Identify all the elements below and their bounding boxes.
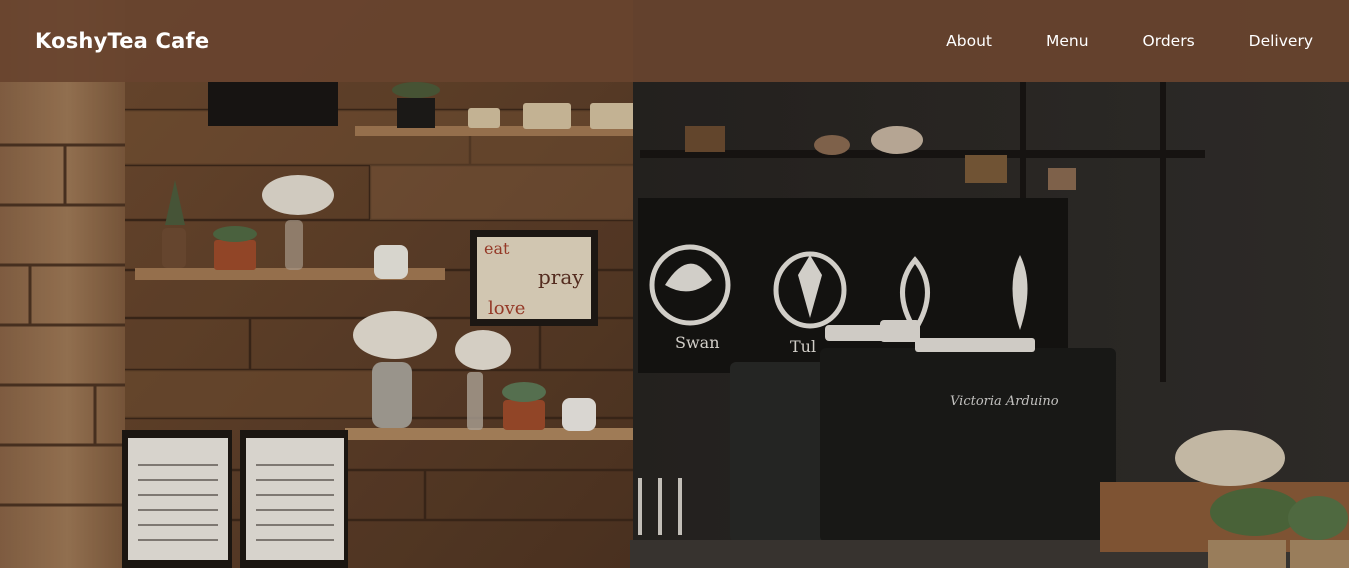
nav-link-orders[interactable]: Orders: [1143, 32, 1195, 50]
brand-logo[interactable]: KoshyTea Cafe: [35, 29, 209, 53]
cafe-interior-image: eat pray love Swan Tul Victoria Arduino: [0, 0, 1349, 568]
nav-link-delivery[interactable]: Delivery: [1249, 32, 1313, 50]
nav-link-menu[interactable]: Menu: [1046, 32, 1089, 50]
top-navbar: KoshyTea Cafe About Menu Orders Delivery: [0, 0, 1349, 82]
nav-links: About Menu Orders Delivery: [892, 32, 1313, 50]
nav-link-about[interactable]: About: [946, 32, 992, 50]
hero-background: eat pray love Swan Tul Victoria Arduino: [0, 0, 1349, 568]
